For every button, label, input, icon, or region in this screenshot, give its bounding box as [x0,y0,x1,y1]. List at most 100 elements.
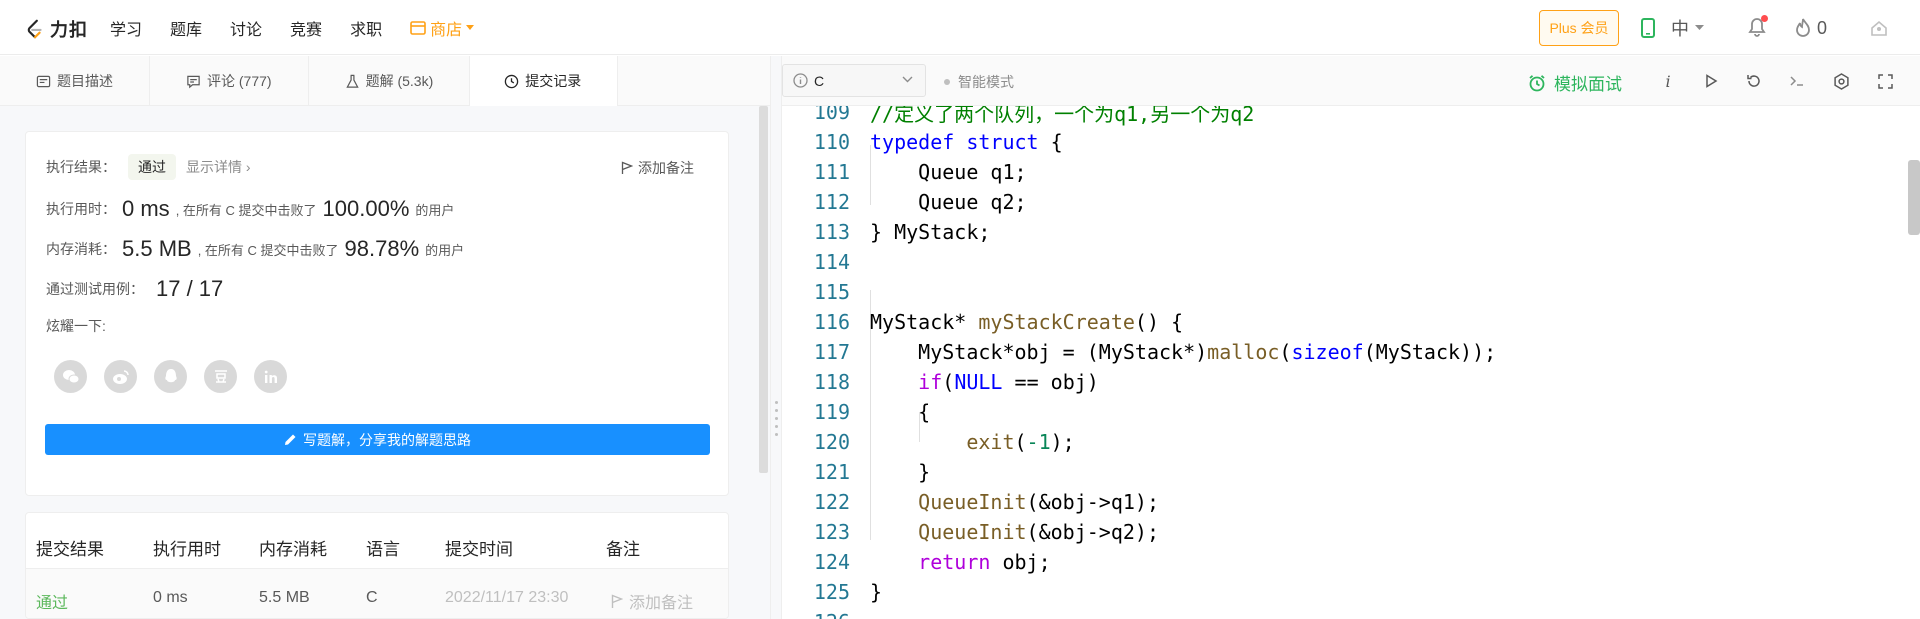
status-badge: 通过 [128,154,176,180]
left-scrollbar[interactable] [759,106,768,473]
code-line: 124 return obj; [782,547,1908,577]
settings-icon[interactable] [1830,70,1852,92]
code-line: 122 QueueInit(&obj->q1); [782,487,1908,517]
nav-jobs[interactable]: 求职 [350,16,382,40]
smart-mode-label: 智能模式 [958,74,1014,90]
language-switch[interactable]: 中 [1671,14,1704,42]
document-icon [36,75,51,87]
memory-suffix: 的用户 [425,242,465,258]
add-note-button[interactable]: 添加备注 [621,158,694,178]
runtime-row: 执行用时： 0 ms , 在所有 C 提交中击败了 100.00% 的用户 [46,194,454,224]
linkedin-icon[interactable] [254,360,287,393]
testcases-row: 通过测试用例： 17 / 17 [46,274,229,304]
run-icon[interactable] [1700,70,1722,92]
line-number: 125 [813,580,850,604]
show-details-link[interactable]: 显示详情 › [186,157,251,177]
row-add-note-label: 添加备注 [629,595,694,612]
row-add-note-button[interactable]: 添加备注 [611,589,693,613]
share-label: 炫耀一下: [46,318,106,334]
flame-icon [1796,18,1810,37]
add-note-label: 添加备注 [638,160,694,176]
code-line: 117 MyStack*obj = (MyStack*)malloc(sizeo… [782,337,1908,367]
code-line: 118 if(NULL == obj) [782,367,1908,397]
language-select[interactable]: C [782,64,926,97]
share-row: 炫耀一下: [46,316,106,336]
line-number: 118 [813,370,850,394]
points-value: 0 [1817,17,1828,38]
line-number: 122 [813,490,850,514]
memory-desc: , 在所有 C 提交中击败了 [197,242,339,258]
flag-icon [621,161,633,174]
line-number: 123 [813,520,850,544]
code-line: 120 exit(-1); [782,427,1908,457]
code-editor[interactable]: 109 //定义了两个队列，一个为q1,另一个为q2 110 typedef str… [782,106,1908,619]
code-line: 111 Queue q1; [782,157,1908,187]
nav-discuss[interactable]: 讨论 [230,16,262,40]
nav-store[interactable]: 商店 [410,16,475,40]
nav-store-label: 商店 [430,21,463,39]
code-text: exit(-1); [966,430,1075,454]
language-label: 中 [1671,19,1689,39]
line-number: 111 [813,160,850,184]
nav-learn[interactable]: 学习 [110,16,142,40]
tab-comments[interactable]: 评论 (777) [150,56,309,106]
code-line: 114 [782,247,1908,277]
wechat-icon[interactable] [54,360,87,393]
notification-bell-icon[interactable] [1746,15,1768,39]
mock-interview-label: 模拟面试 [1554,75,1622,94]
table-header: 语言 [366,540,400,559]
nav-contest[interactable]: 竞赛 [290,16,322,40]
line-number: 126 [782,610,850,619]
table-header: 提交时间 [445,540,513,559]
row-status-link[interactable]: 通过 [36,589,68,613]
logo[interactable]: 力扣 [24,16,88,42]
code-text: MyStack*obj = (MyStack*)malloc(sizeof(My… [870,340,1497,364]
line-number: 115 [813,280,850,304]
tab-submissions-label: 提交记录 [525,73,582,89]
line-number: 114 [813,250,850,274]
mock-interview-button[interactable]: 模拟面试 [1528,70,1622,95]
editor-minimap-scrollbar[interactable] [1908,160,1920,235]
panel-splitter[interactable] [770,56,782,619]
tab-description[interactable]: 题目描述 [0,56,150,106]
fullscreen-icon[interactable] [1874,70,1896,92]
tab-submissions[interactable]: 提交记录 [470,56,619,106]
table-header: 备注 [606,540,640,559]
store-icon [410,20,426,35]
code-line: 123 QueueInit(&obj->q2); [782,517,1908,547]
code-text: QueueInit(&obj->q1); [918,490,1159,514]
tab-solutions[interactable]: 题解 (5.3k) [309,56,471,106]
plus-membership-button[interactable]: Plus 会员 [1539,10,1619,46]
mobile-app-icon[interactable] [1638,16,1658,40]
reset-icon[interactable] [1743,70,1765,92]
chevron-down-icon [466,24,475,30]
row-memory: 5.5 MB [259,589,310,606]
avatar[interactable] [1867,16,1891,40]
write-solution-label: 写题解，分享我的解题思路 [303,431,471,448]
code-line: 125} [782,577,1908,607]
code-text: typedef struct { [870,130,1063,154]
code-line: 109 //定义了两个队列，一个为q1,另一个为q2 [782,106,1908,127]
testcases-label: 通过测试用例： [46,281,144,297]
drag-handle-icon [775,401,778,436]
chevron-down-icon [902,76,913,83]
console-icon[interactable] [1786,70,1808,92]
line-number: 121 [813,460,850,484]
weibo-icon[interactable] [104,360,137,393]
code-text: } MyStack; [870,220,991,244]
write-solution-button[interactable]: 写题解，分享我的解题思路 [45,424,710,455]
points-counter[interactable]: 0 [1795,15,1827,41]
clock-icon [505,74,519,88]
code-text: if(NULL == obj) [918,370,1099,394]
qq-icon[interactable] [154,360,187,393]
table-header: 提交结果 [36,540,104,559]
smart-mode-toggle[interactable]: 智能模式 [944,72,1014,92]
runtime-label: 执行用时： [46,201,116,217]
code-line: 115 [782,277,1908,307]
douban-icon[interactable] [204,360,237,393]
line-number: 116 [813,310,850,334]
nav-problems[interactable]: 题库 [170,16,202,40]
code-text: } [870,460,931,484]
runtime-desc: , 在所有 C 提交中击败了 [175,202,317,218]
info-italic-icon[interactable]: i [1657,70,1679,92]
